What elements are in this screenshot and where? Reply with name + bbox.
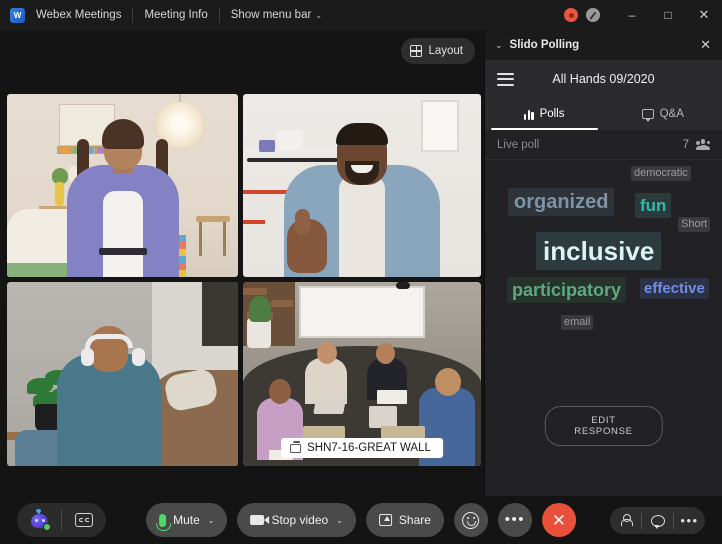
- slido-tabs: Polls Q&A: [485, 98, 722, 130]
- smiley-icon: [462, 511, 480, 529]
- room-device-icon: [290, 441, 302, 453]
- end-call-button[interactable]: ✕: [541, 503, 576, 537]
- word-cloud-item: fun: [635, 193, 672, 218]
- participant-video-woman-purple-shirt: [7, 94, 238, 277]
- app-name: Webex Meetings: [36, 9, 122, 21]
- stop-video-label: Stop video: [271, 513, 329, 527]
- panel-title: Slido Polling: [509, 39, 580, 51]
- window-controls: – □ ✕: [564, 0, 722, 30]
- word-cloud: democratic organized fun Short inclusive part…: [485, 160, 722, 496]
- tile-device-label: SHN7-16-GREAT WALL: [281, 438, 443, 458]
- slido-polling-panel: ⌄ Slido Polling ✕ All Hands 09/2020 Poll…: [484, 30, 722, 496]
- show-menu-bar-label: Show menu bar: [230, 9, 312, 21]
- share-button[interactable]: Share: [365, 503, 444, 537]
- person-icon: [620, 514, 633, 527]
- video-tile-active-speaker[interactable]: SHN7-16-GREAT WALL: [243, 282, 481, 466]
- webex-assistant-button[interactable]: [17, 503, 61, 537]
- panel-header: ⌄ Slido Polling ✕: [485, 30, 722, 60]
- panel-more-button[interactable]: •••: [674, 507, 705, 534]
- slido-header: All Hands 09/2020 Polls Q&A: [485, 60, 722, 130]
- show-menu-bar-button[interactable]: Show menu bar ⌄: [220, 9, 333, 21]
- closed-captions-icon: [75, 513, 93, 527]
- people-icon: [696, 139, 710, 150]
- meeting-info-button[interactable]: Meeting Info: [133, 9, 218, 21]
- video-tile[interactable]: [7, 94, 238, 277]
- word-cloud-item: democratic: [631, 166, 691, 181]
- primary-controls: Mute ⌄ Stop video ⌄ Share ••• ✕: [146, 503, 576, 537]
- microphone-icon: [156, 513, 172, 531]
- webex-logo-icon: W: [10, 7, 25, 23]
- speech-bubble-icon: [641, 109, 654, 122]
- video-tile[interactable]: [7, 282, 238, 466]
- hamburger-menu-icon[interactable]: [497, 72, 514, 86]
- chevron-down-icon[interactable]: ⌄: [495, 40, 503, 51]
- mute-button[interactable]: Mute ⌄: [146, 503, 228, 537]
- live-poll-label: Live poll: [497, 138, 540, 151]
- tile-device-name: SHN7-16-GREAT WALL: [307, 442, 431, 454]
- grid-icon: [410, 44, 423, 57]
- share-label: Share: [398, 513, 431, 527]
- close-panel-button[interactable]: ✕: [697, 37, 714, 53]
- live-poll-status-row: Live poll 7: [485, 130, 722, 160]
- chat-bubble-icon: [650, 514, 665, 529]
- assistant-control-group: [17, 503, 106, 537]
- end-call-icon: ✕: [551, 510, 567, 530]
- mute-label: Mute: [173, 513, 200, 527]
- camera-icon: [250, 515, 270, 525]
- video-stage: Layout SHN7-16-GREAT WALL: [0, 30, 484, 496]
- chevron-down-icon[interactable]: ⌄: [336, 516, 343, 525]
- minimize-button[interactable]: –: [614, 0, 650, 30]
- tab-polls[interactable]: Polls: [485, 98, 604, 130]
- chevron-down-icon[interactable]: ⌄: [208, 516, 215, 525]
- reactions-button[interactable]: [453, 503, 488, 537]
- webex-assistant-robot-icon: [29, 508, 51, 531]
- word-cloud-item: effective: [640, 278, 709, 299]
- video-tile[interactable]: [243, 94, 481, 277]
- word-cloud-item: organized: [508, 188, 615, 216]
- tab-qa[interactable]: Q&A: [604, 98, 722, 130]
- title-bar: W Webex Meetings Meeting Info Show menu …: [0, 0, 722, 30]
- chat-button[interactable]: [642, 507, 673, 534]
- layout-button[interactable]: Layout: [401, 38, 475, 64]
- share-screen-icon: [378, 514, 392, 526]
- chevron-down-icon: ⌄: [315, 11, 322, 20]
- secondary-controls: •••: [610, 507, 705, 534]
- word-cloud-item: email: [561, 315, 594, 330]
- webex-meeting-window: W Webex Meetings Meeting Info Show menu …: [0, 0, 722, 544]
- more-options-button[interactable]: •••: [497, 503, 532, 537]
- maximize-button[interactable]: □: [650, 0, 686, 30]
- participants-button[interactable]: [610, 507, 641, 534]
- bar-chart-icon: [524, 109, 534, 120]
- video-tile-grid: SHN7-16-GREAT WALL: [7, 94, 481, 492]
- slido-event-title: All Hands 09/2020: [552, 72, 655, 86]
- word-cloud-item: participatory: [507, 277, 627, 303]
- connection-status-icon[interactable]: [586, 8, 600, 22]
- edit-response-button[interactable]: EDIT RESPONSE: [544, 406, 663, 446]
- word-cloud-item: inclusive: [536, 232, 662, 270]
- participant-video-man-thumbs-up: [243, 94, 481, 277]
- close-window-button[interactable]: ✕: [686, 0, 722, 30]
- layout-label: Layout: [428, 45, 463, 57]
- closed-captions-button[interactable]: [62, 503, 106, 537]
- participant-video-woman-headphones: [7, 282, 238, 466]
- recording-indicator-icon[interactable]: [564, 8, 578, 22]
- slido-title-row: All Hands 09/2020: [485, 60, 722, 98]
- tab-polls-label: Polls: [539, 108, 565, 120]
- stop-video-button[interactable]: Stop video ⌄: [237, 503, 356, 537]
- word-cloud-item: Short: [678, 217, 711, 232]
- tab-qa-label: Q&A: [659, 108, 684, 120]
- participant-count: 7: [682, 138, 689, 151]
- meeting-controls-bar: Mute ⌄ Stop video ⌄ Share ••• ✕ •••: [0, 496, 722, 544]
